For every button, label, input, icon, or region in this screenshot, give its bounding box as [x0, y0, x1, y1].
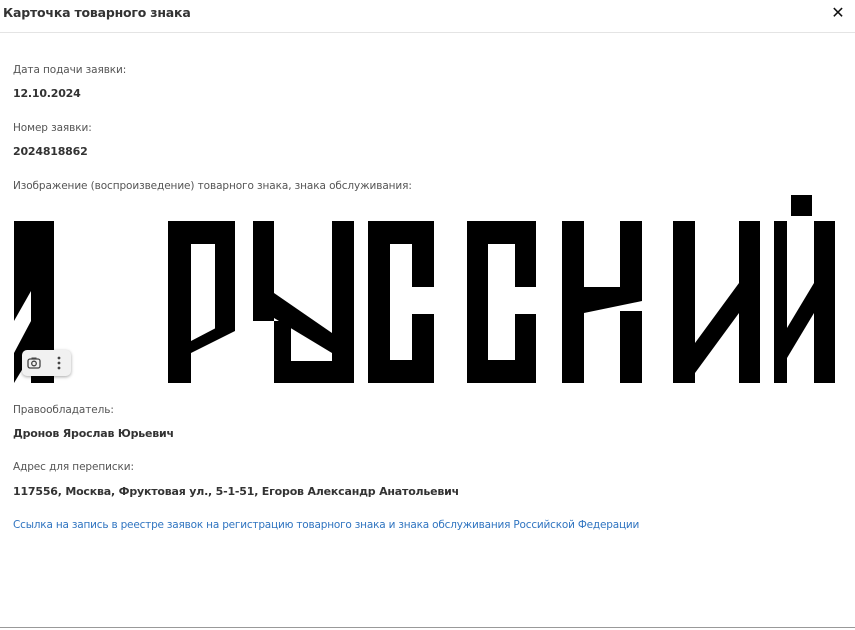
modal-title: Карточка товарного знака — [3, 5, 191, 20]
image-more-button[interactable] — [47, 350, 71, 376]
modal-header: Карточка товарного знака ✕ — [0, 0, 855, 33]
address-label: Адрес для переписки: — [13, 461, 134, 473]
image-tools-overlay — [22, 350, 71, 376]
owner-value: Дронов Ярослав Юрьевич — [13, 427, 174, 440]
close-icon: ✕ — [831, 3, 845, 22]
close-button[interactable]: ✕ — [829, 3, 847, 23]
owner-label: Правообладатель: — [13, 404, 114, 416]
trademark-image — [0, 193, 855, 385]
address-value: 117556, Москва, Фруктовая ул., 5-1-51, Е… — [13, 485, 460, 498]
registry-link[interactable]: Ссылка на запись в реестре заявок на рег… — [13, 519, 639, 531]
application-number-value: 2024818862 — [13, 145, 88, 158]
filing-date-value: 12.10.2024 — [13, 87, 81, 100]
trademark-card-modal: Карточка товарного знака ✕ Дата подачи з… — [0, 0, 855, 627]
kebab-menu-icon — [57, 356, 61, 370]
visual-search-button[interactable] — [22, 350, 46, 376]
application-number-label: Номер заявки: — [13, 122, 92, 134]
filing-date-label: Дата подачи заявки: — [13, 64, 127, 76]
camera-search-icon — [27, 357, 41, 369]
trademark-image-label: Изображение (воспроизведение) товарного … — [13, 180, 412, 192]
trademark-wordmark — [14, 195, 835, 383]
